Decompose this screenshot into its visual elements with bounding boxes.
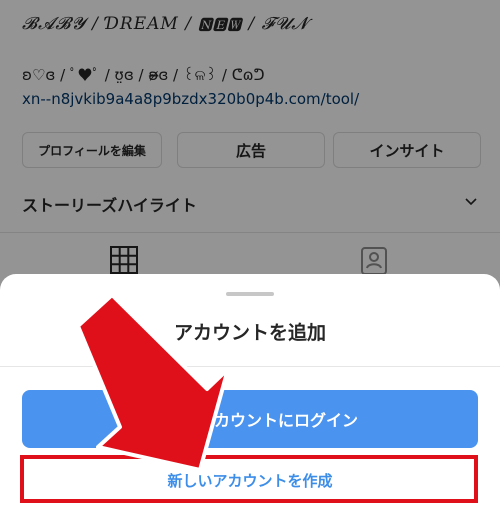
login-account-label: アカウントにログイン (197, 411, 358, 430)
login-account-button[interactable]: アカウントにログイン (22, 390, 478, 448)
highlight-box-annotation (20, 455, 478, 503)
sheet-drag-handle[interactable] (226, 292, 274, 296)
sheet-divider (0, 366, 500, 367)
sheet-title: アカウントを追加 (173, 322, 326, 344)
